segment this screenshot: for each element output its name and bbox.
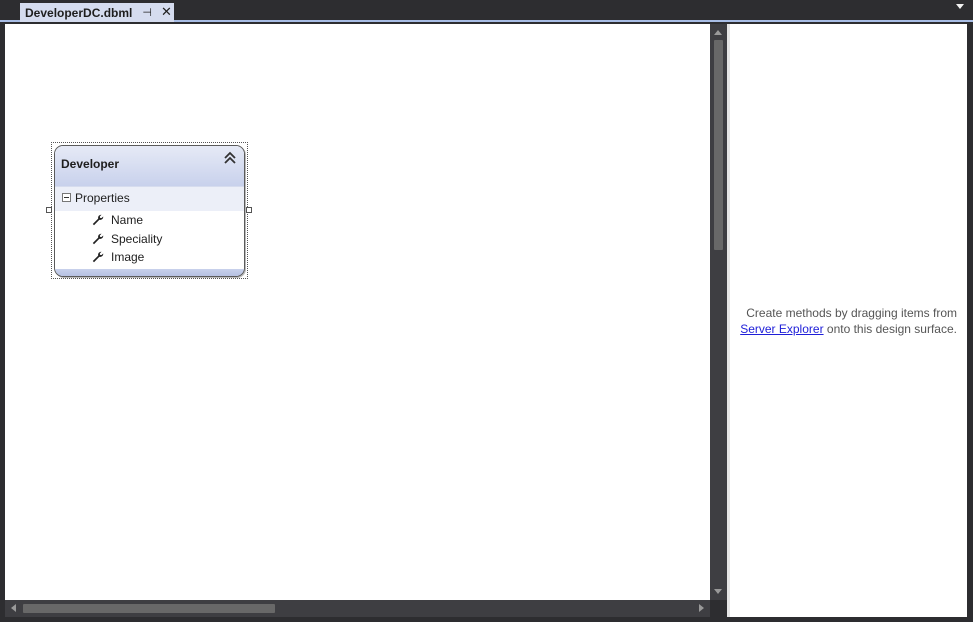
- scroll-down-icon[interactable]: [714, 589, 722, 594]
- methods-hint-text: Create methods by dragging items from: [746, 306, 957, 320]
- entity-footer: [55, 269, 244, 276]
- entity-header[interactable]: Developer: [55, 146, 244, 186]
- design-surface[interactable]: [5, 24, 710, 600]
- scroll-right-icon[interactable]: [699, 604, 704, 612]
- tab-title: DeveloperDC.dbml: [25, 5, 133, 20]
- document-tab-strip: DeveloperDC.dbml ⊣ ✕: [0, 0, 973, 22]
- horizontal-scroll-thumb[interactable]: [23, 604, 275, 613]
- wrench-icon: [92, 214, 104, 226]
- close-icon[interactable]: ✕: [161, 6, 172, 19]
- wrench-icon: [92, 251, 104, 263]
- tab-developerdc-dbml[interactable]: DeveloperDC.dbml ⊣ ✕: [20, 3, 174, 22]
- methods-hint-text-end: onto this design surface.: [823, 322, 957, 336]
- methods-hint: Create methods by dragging items from Se…: [730, 305, 957, 337]
- entity-developer[interactable]: Developer Properties Name Speciality Ima…: [54, 145, 245, 277]
- scrollbar-corner: [710, 600, 727, 617]
- vertical-scrollbar[interactable]: [710, 24, 727, 600]
- vertical-scroll-thumb[interactable]: [714, 40, 723, 250]
- horizontal-scrollbar[interactable]: [5, 600, 710, 617]
- entity-title: Developer: [61, 157, 120, 171]
- double-chevron-up-icon[interactable]: [223, 151, 237, 165]
- chevron-down-icon[interactable]: [956, 4, 964, 9]
- property-row-speciality[interactable]: Speciality: [55, 230, 244, 249]
- property-row-image[interactable]: Image: [55, 248, 244, 267]
- scroll-left-icon[interactable]: [11, 604, 16, 612]
- properties-section[interactable]: Properties: [55, 186, 244, 211]
- section-label: Properties: [75, 191, 130, 205]
- scroll-up-icon[interactable]: [714, 30, 722, 35]
- resize-handle-left[interactable]: [46, 207, 52, 213]
- property-label: Name: [111, 213, 144, 227]
- resize-handle-right[interactable]: [246, 207, 252, 213]
- property-label: Speciality: [111, 231, 163, 246]
- methods-pane[interactable]: Create methods by dragging items from Se…: [727, 24, 967, 617]
- minus-box-icon[interactable]: [62, 193, 71, 202]
- server-explorer-link[interactable]: Server Explorer: [740, 322, 823, 336]
- pin-icon[interactable]: ⊣: [142, 7, 152, 18]
- wrench-icon: [92, 233, 104, 244]
- property-label: Image: [111, 250, 145, 264]
- property-row-name[interactable]: Name: [55, 211, 244, 230]
